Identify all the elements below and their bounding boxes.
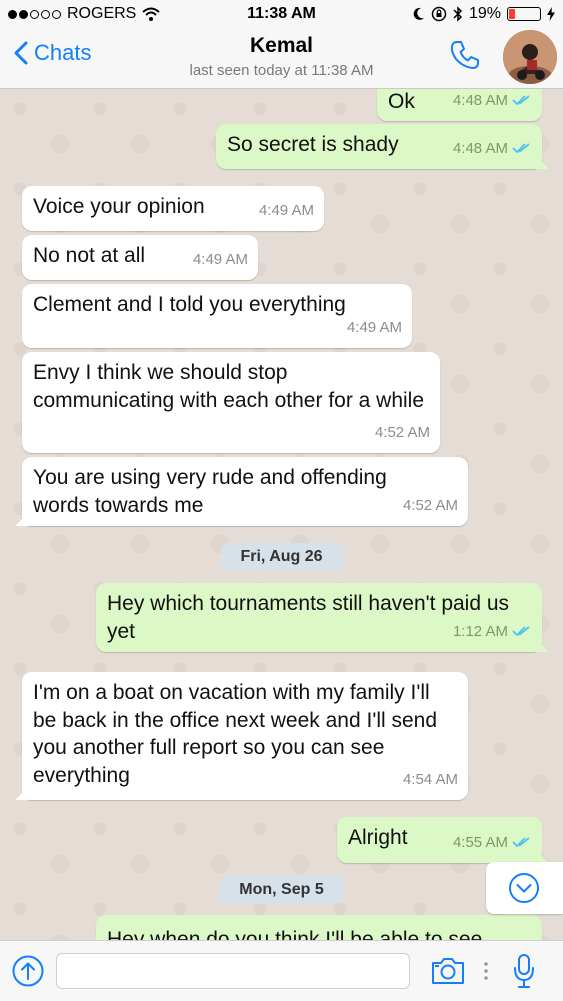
message-incoming[interactable]: Voice your opinion 4:49 AM	[22, 186, 324, 231]
avatar-image	[503, 30, 557, 84]
message-input[interactable]	[56, 953, 410, 989]
message-time: 4:49 AM	[346, 318, 402, 336]
message-text: Hey when do you think I'll be able to se…	[107, 928, 483, 940]
message-outgoing[interactable]: Alright 4:55 AM	[337, 817, 549, 863]
message-time: 1:12 AM	[452, 622, 508, 640]
bubble-tail	[535, 638, 549, 652]
message-incoming[interactable]: You are using very rude and offending wo…	[15, 457, 468, 526]
bubble-tail	[535, 849, 549, 863]
camera-icon[interactable]	[430, 956, 466, 986]
date-separator: Fri, Aug 26	[220, 543, 343, 571]
message-incoming[interactable]: No not at all 4:49 AM	[22, 235, 258, 280]
microphone-icon[interactable]	[513, 953, 535, 989]
double-check-icon	[512, 837, 530, 848]
message-list[interactable]: Ok 4:48 AM So secret is shady 4:48 AM Vo…	[0, 89, 563, 940]
message-input-bar	[0, 940, 563, 1001]
date-separator: Mon, Sep 5	[219, 876, 344, 904]
message-text: Clement and I told you everything	[33, 293, 346, 316]
message-time: 4:49 AM	[192, 250, 248, 268]
battery-level	[509, 9, 515, 19]
double-check-icon	[512, 626, 530, 637]
bubble-tail	[535, 155, 549, 169]
message-time: 4:52 AM	[374, 423, 430, 441]
double-check-icon	[512, 143, 530, 154]
battery-icon	[507, 7, 541, 21]
bubble-tail	[15, 786, 29, 800]
message-outgoing[interactable]: Hey when do you think I'll be able to se…	[96, 915, 542, 940]
phone-icon[interactable]	[448, 38, 482, 72]
message-time: 4:48 AM	[452, 91, 508, 109]
message-text: I'm on a boat on vacation with my family…	[33, 681, 438, 787]
message-time: 4:54 AM	[402, 770, 458, 788]
message-time: 4:52 AM	[402, 496, 458, 514]
bubble-tail	[15, 512, 29, 526]
message-time: 4:49 AM	[258, 201, 314, 219]
rotation-lock-icon	[431, 6, 447, 22]
chat-header: Chats Kemal last seen today at 11:38 AM	[0, 28, 563, 89]
double-check-icon	[512, 95, 530, 106]
message-time: 4:48 AM	[452, 139, 508, 157]
message-incoming[interactable]: Clement and I told you everything 4:49 A…	[22, 284, 412, 348]
moon-icon	[413, 7, 424, 20]
share-upload-icon[interactable]	[12, 955, 44, 987]
status-bar: ROGERS 11:38 AM 19%	[0, 0, 563, 28]
message-outgoing[interactable]: Ok 4:48 AM	[377, 89, 542, 121]
battery-percent: 19%	[468, 5, 501, 22]
more-dots-icon	[484, 962, 488, 980]
charging-icon	[547, 7, 555, 21]
message-time: 4:55 AM	[452, 833, 508, 851]
scroll-to-bottom-button[interactable]	[486, 862, 563, 914]
status-right: 19%	[413, 5, 555, 23]
chevron-down-circle-icon	[509, 873, 539, 903]
message-incoming[interactable]: I'm on a boat on vacation with my family…	[15, 672, 468, 800]
message-text: You are using very rude and offending wo…	[33, 466, 387, 517]
message-outgoing[interactable]: So secret is shady 4:48 AM	[216, 124, 549, 169]
avatar[interactable]	[503, 30, 557, 84]
message-incoming[interactable]: Envy I think we should stop communicatin…	[22, 352, 440, 453]
bluetooth-icon	[453, 6, 463, 22]
message-outgoing[interactable]: Hey which tournaments still haven't paid…	[96, 583, 549, 652]
message-text: Envy I think we should stop communicatin…	[33, 361, 425, 412]
